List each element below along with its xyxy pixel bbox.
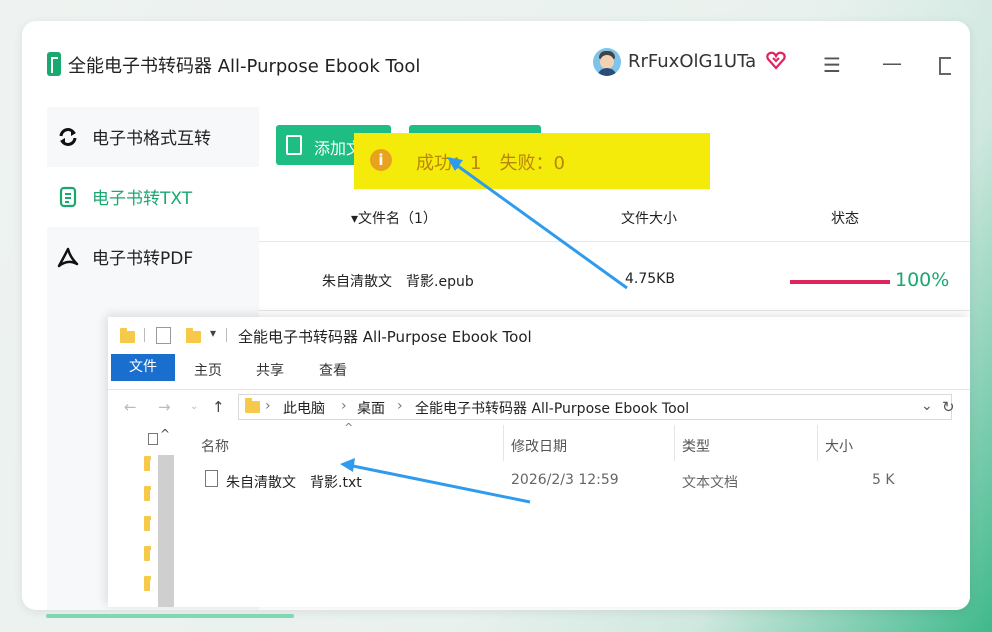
arrow-to-file	[347, 463, 531, 504]
arrowhead	[340, 458, 355, 472]
decorative-line	[46, 614, 294, 618]
app-card: 全能电子书转码器 All-Purpose Ebook Tool RrFuxOlG…	[22, 21, 970, 610]
annotation-arrows	[340, 157, 628, 504]
arrow-to-toast	[454, 162, 628, 290]
